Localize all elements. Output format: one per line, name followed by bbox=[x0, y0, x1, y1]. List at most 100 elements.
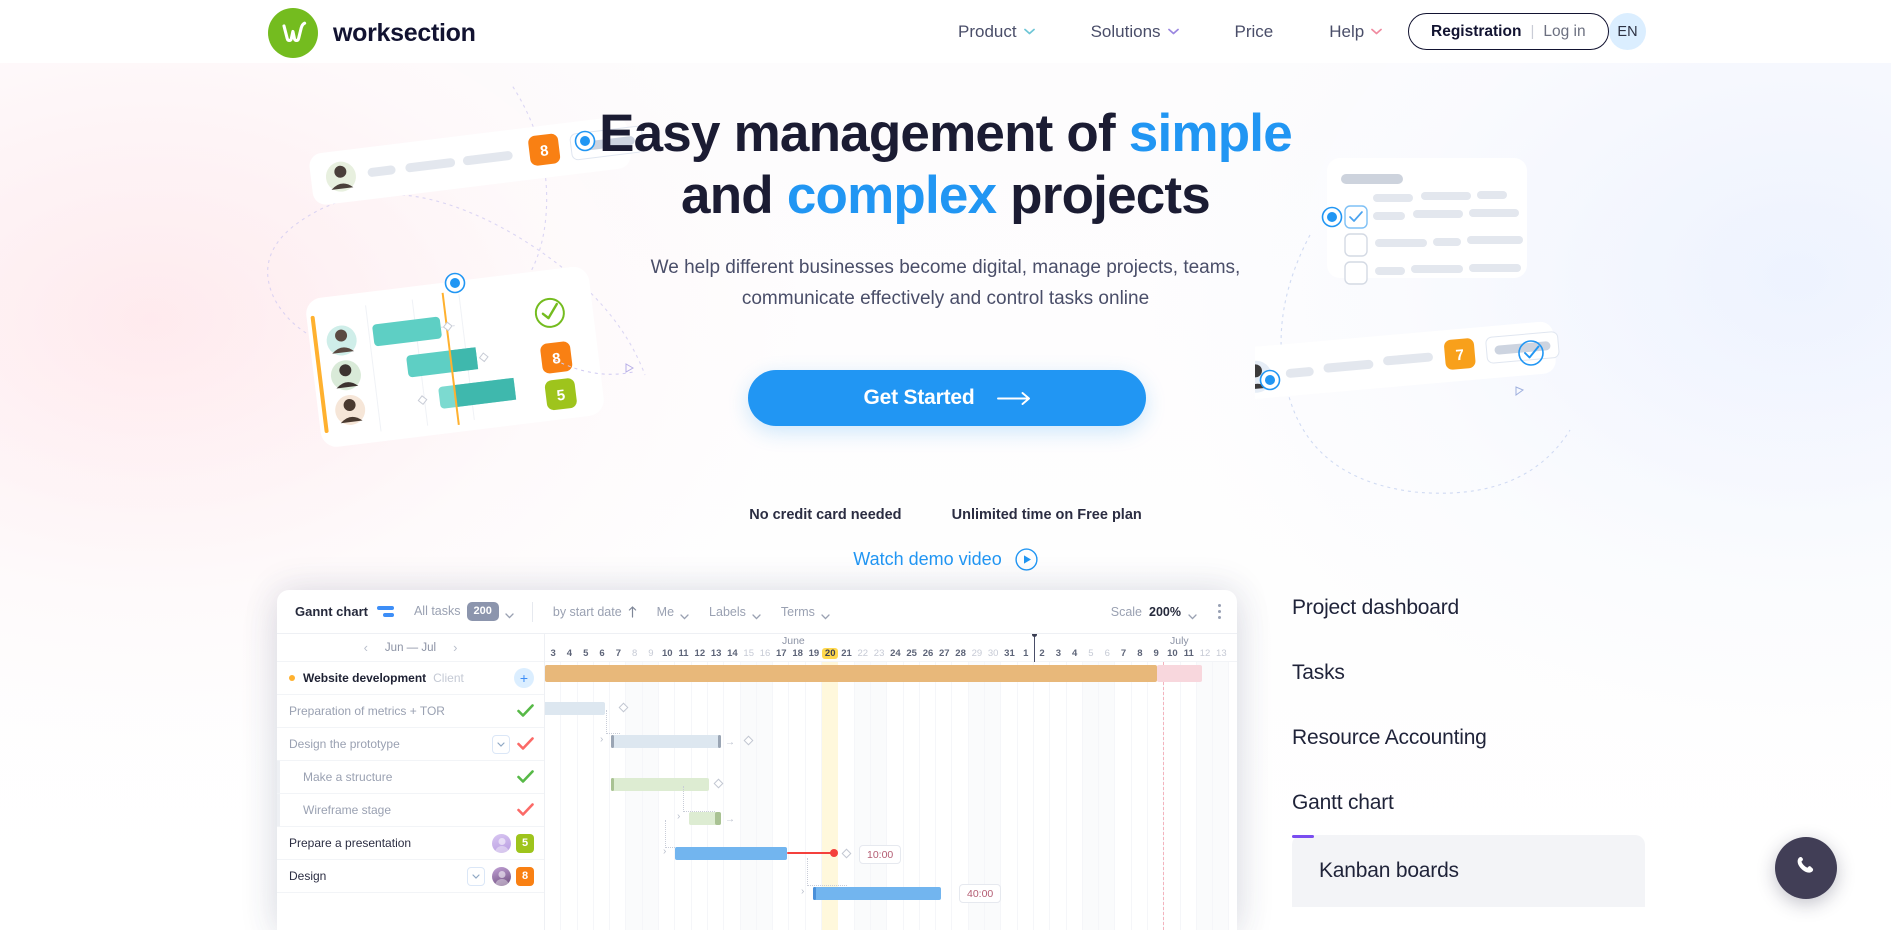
day-tick: 5 bbox=[1088, 648, 1094, 659]
current-time-line bbox=[1032, 634, 1037, 662]
table-row[interactable]: Preparation of metrics + TOR bbox=[277, 695, 544, 728]
filter-label: Terms bbox=[780, 604, 815, 619]
day-tick: 28 bbox=[955, 648, 966, 659]
note-no-credit-card: No credit card needed bbox=[749, 507, 902, 523]
day-tick: 8 bbox=[1137, 648, 1143, 659]
day-tick: 20 bbox=[822, 648, 839, 659]
sidebar-item-project-dashboard[interactable]: Project dashboard bbox=[1292, 575, 1692, 640]
login-button[interactable]: Log in bbox=[1543, 23, 1585, 41]
day-tick: 26 bbox=[922, 648, 934, 659]
chevron-down-icon[interactable] bbox=[492, 734, 510, 754]
day-tick: 6 bbox=[599, 648, 605, 659]
chevron-left-icon[interactable]: ‹ bbox=[364, 641, 368, 654]
dependency-link bbox=[683, 786, 715, 812]
sidebar-item-gantt-chart[interactable]: Gantt chart bbox=[1292, 770, 1692, 835]
nav-item-help[interactable]: Help bbox=[1301, 22, 1410, 42]
chevron-right-icon[interactable]: › bbox=[453, 641, 457, 654]
day-tick: 29 bbox=[971, 648, 983, 659]
day-tick: 22 bbox=[857, 648, 869, 659]
day-tick: 9 bbox=[648, 648, 654, 659]
timeline-column bbox=[659, 662, 676, 930]
language-switcher[interactable]: EN bbox=[1609, 13, 1646, 50]
dependency-link bbox=[606, 710, 620, 734]
filter-terms[interactable]: Terms bbox=[780, 604, 830, 620]
project-name: Website development bbox=[303, 671, 427, 685]
day-tick: 23 bbox=[873, 648, 885, 659]
arrow-right-icon bbox=[996, 391, 1031, 405]
filter-labels[interactable]: Labels bbox=[709, 605, 761, 620]
day-tick: 16 bbox=[759, 648, 771, 659]
filter-me[interactable]: Me bbox=[656, 604, 689, 620]
sidebar-item-tasks[interactable]: Tasks bbox=[1292, 640, 1692, 705]
day-tick: 3 bbox=[550, 648, 556, 659]
task-progress-cap bbox=[813, 887, 816, 900]
contact-phone-button[interactable] bbox=[1775, 837, 1837, 899]
get-started-button[interactable]: Get Started bbox=[748, 370, 1146, 426]
project-status-dot bbox=[289, 675, 295, 681]
watch-demo-video-link[interactable]: Watch demo video bbox=[0, 548, 1891, 571]
table-row[interactable]: Wireframe stage bbox=[277, 794, 544, 827]
cta-label: Get Started bbox=[863, 386, 975, 409]
logo[interactable]: worksection bbox=[268, 8, 476, 58]
filter-label: Me bbox=[656, 604, 675, 619]
auth-buttons[interactable]: Registration | Log in bbox=[1408, 13, 1609, 50]
table-row[interactable]: Prepare a presentation 5 bbox=[277, 827, 544, 860]
day-tick: 27 bbox=[938, 648, 950, 659]
table-row[interactable]: Design 8 bbox=[277, 860, 544, 893]
phone-icon bbox=[1793, 853, 1819, 884]
nav-item-product[interactable]: Product bbox=[930, 22, 1063, 42]
timeline-column bbox=[1018, 662, 1034, 930]
task-bar[interactable] bbox=[675, 847, 787, 860]
table-row[interactable]: Design the prototype bbox=[277, 728, 544, 761]
note-free-plan: Unlimited time on Free plan bbox=[951, 507, 1142, 523]
sidebar-item-kanban-boards[interactable]: Kanban boards bbox=[1292, 835, 1645, 907]
table-row[interactable]: Make a structure bbox=[277, 761, 544, 794]
nav-item-solutions[interactable]: Solutions bbox=[1063, 22, 1207, 42]
gantt-timeline[interactable]: June July 3 4 5 6 7 8 9 10 11 12 13 14 15 16 17 18 19 20 2… bbox=[545, 634, 1237, 930]
day-tick: 21 bbox=[841, 648, 852, 659]
day-tick: 6 bbox=[1104, 648, 1110, 659]
deadline-marker bbox=[1163, 662, 1164, 930]
feature-sidebar: Project dashboard Tasks Resource Account… bbox=[1292, 575, 1692, 907]
sidebar-item-resource-accounting[interactable]: Resource Accounting bbox=[1292, 705, 1692, 770]
subtitle-line-1: We help different businesses become digi… bbox=[650, 257, 1241, 278]
headline-part3: projects bbox=[996, 166, 1211, 225]
overdue-dot bbox=[830, 849, 838, 857]
day-tick: 4 bbox=[1072, 648, 1078, 659]
timeline-column bbox=[1181, 662, 1197, 930]
plus-icon[interactable]: + bbox=[514, 668, 534, 688]
chevron-down-icon[interactable] bbox=[467, 866, 485, 886]
registration-button[interactable]: Registration bbox=[1431, 23, 1521, 41]
task-progress-cap bbox=[718, 735, 721, 748]
chevron-down-icon bbox=[680, 609, 689, 620]
day-tick: 10 bbox=[1167, 648, 1178, 659]
timeline-column bbox=[1034, 662, 1051, 930]
gantt-toolbar: Gannt chart All tasks 200 by start date … bbox=[277, 590, 1237, 634]
task-bar[interactable] bbox=[545, 702, 605, 715]
avatar bbox=[492, 833, 511, 853]
timeline-column bbox=[1099, 662, 1116, 930]
scale-selector[interactable]: Scale 200% bbox=[1111, 605, 1197, 620]
day-tick: 13 bbox=[1216, 648, 1227, 659]
day-tick: 8 bbox=[631, 648, 638, 659]
task-bar[interactable] bbox=[813, 887, 941, 900]
toolbar-divider bbox=[531, 601, 533, 622]
kebab-menu-icon[interactable] bbox=[1218, 604, 1221, 619]
project-summary-bar[interactable] bbox=[545, 665, 1157, 682]
task-bar[interactable] bbox=[611, 735, 721, 748]
table-row[interactable]: Website development Client + bbox=[277, 662, 544, 695]
gantt-bars-icon bbox=[376, 606, 394, 617]
check-icon bbox=[517, 803, 534, 817]
day-tick: 12 bbox=[1199, 648, 1211, 659]
timeline-column bbox=[1067, 662, 1083, 930]
logo-text: worksection bbox=[333, 18, 476, 47]
indent-marker bbox=[277, 761, 280, 793]
dependency-arrow-icon: › bbox=[663, 846, 667, 857]
filter-sort-by-start-date[interactable]: by start date bbox=[553, 605, 637, 619]
worksection-w-logo-icon bbox=[268, 8, 318, 58]
gantt-task-list: ‹ Jun — Jul › Website development Client… bbox=[277, 634, 545, 930]
timeline-column bbox=[773, 662, 790, 930]
nav-item-price[interactable]: Price bbox=[1207, 22, 1302, 42]
nav-label: Help bbox=[1329, 21, 1365, 41]
filter-all-tasks[interactable]: All tasks 200 bbox=[414, 601, 514, 622]
